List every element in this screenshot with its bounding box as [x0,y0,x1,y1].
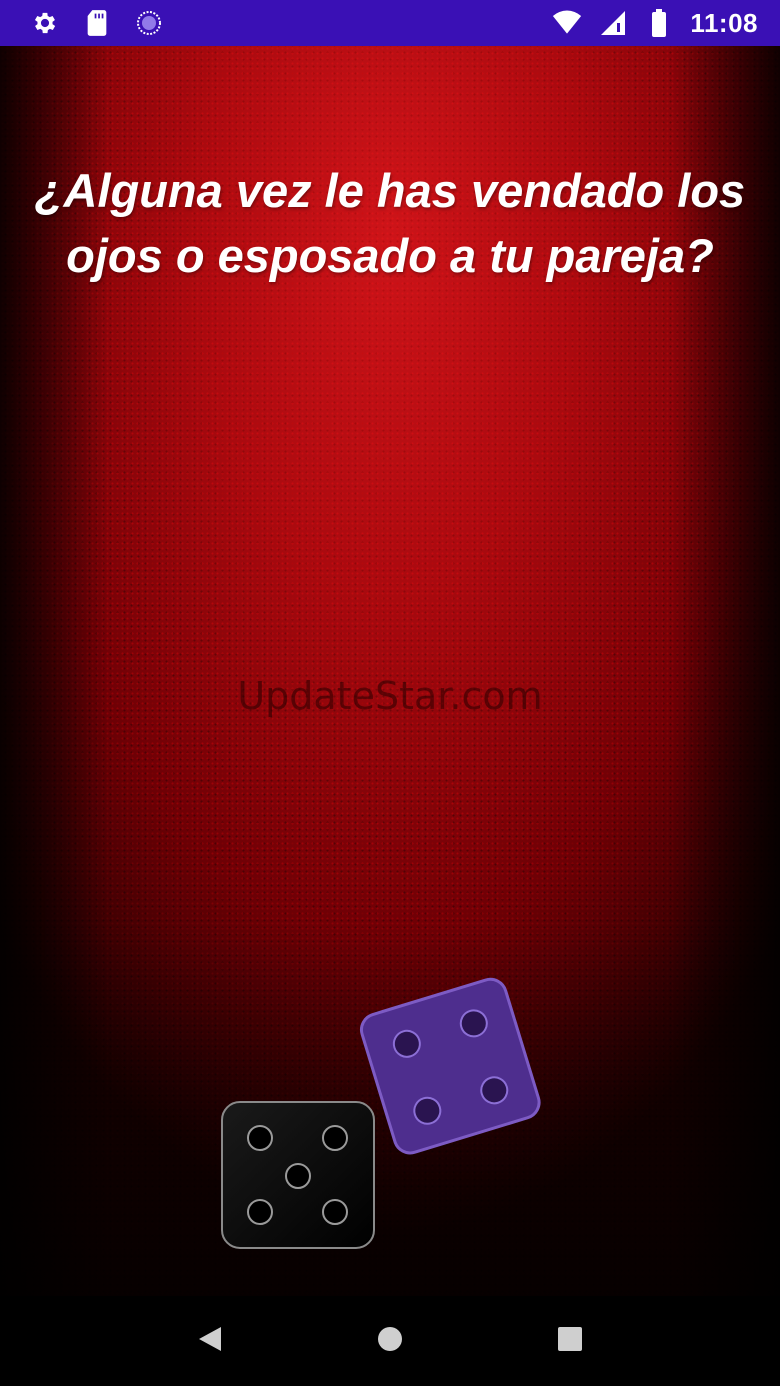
pip [247,1199,273,1225]
pip [322,1199,348,1225]
wifi-icon [552,8,582,38]
question-text: ¿Alguna vez le has vendado los ojos o es… [34,164,746,282]
settings-icon [30,8,60,38]
pip [285,1163,311,1189]
navigation-bar [0,1296,780,1386]
clock: 11:08 [690,7,758,38]
home-icon [376,1325,404,1358]
status-left [30,8,186,38]
recents-icon [557,1326,583,1357]
battery-icon [644,8,674,38]
sd-card-icon [82,8,112,38]
pip [322,1125,348,1151]
watermark: UpdateStar.com [237,674,543,718]
status-right: 11:08 [536,8,758,39]
game-table[interactable]: ¿Alguna vez le has vendado los ojos o es… [0,46,780,1296]
sync-icon [134,8,164,38]
back-icon [197,1325,223,1358]
recents-button[interactable] [540,1311,600,1371]
back-button[interactable] [180,1311,240,1371]
home-button[interactable] [360,1311,420,1371]
purple-die[interactable] [353,970,550,1166]
black-die[interactable] [220,1100,378,1257]
status-bar: 11:08 [0,0,780,46]
signal-icon [598,8,628,38]
pip [247,1125,273,1151]
